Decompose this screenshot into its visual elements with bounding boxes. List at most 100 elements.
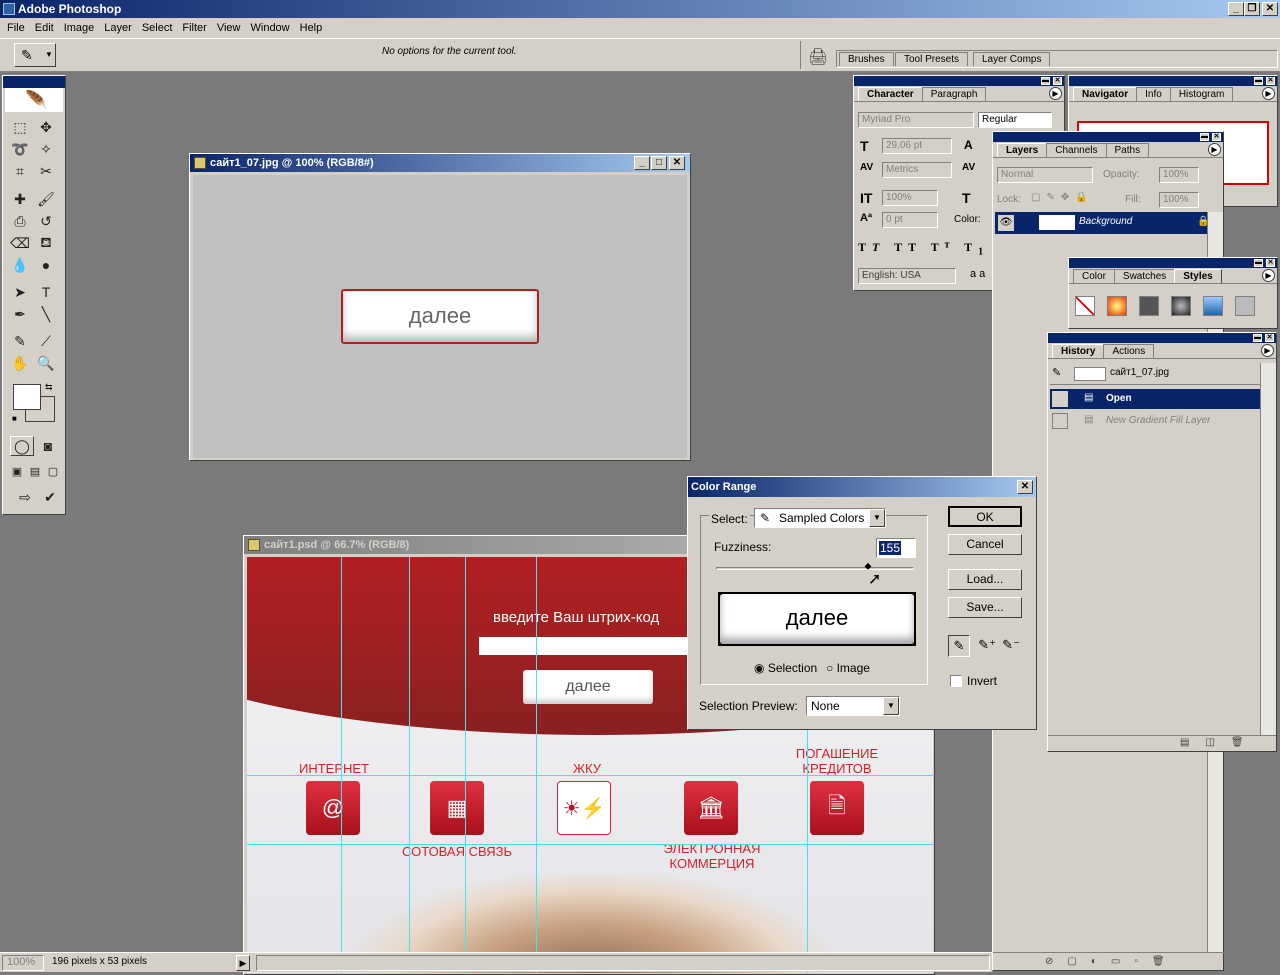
slice-tool-icon[interactable]: ✂ [35,160,57,182]
font-family-field[interactable]: Myriad Pro [858,112,974,128]
default-colors-icon[interactable]: ■ [12,414,17,423]
status-menu-arrow-icon[interactable]: ▶ [236,955,250,971]
healing-brush-tool-icon[interactable]: ✚ [9,188,31,210]
language-field[interactable]: English: USA [858,268,956,284]
tab-history[interactable]: History [1052,344,1105,358]
panel-minimize-button[interactable]: ▬ [1200,133,1209,141]
panel-minimize-button[interactable]: ▬ [1041,77,1050,85]
screen-mode-full-menu-icon[interactable]: ▤ [27,462,43,480]
document-titlebar[interactable]: сайт1_07.jpg @ 100% (RGB/8#) _ □ ✕ [190,154,690,172]
radio-image[interactable]: ○ Image [826,661,870,675]
save-button[interactable]: Save... [948,597,1022,618]
eyedropper-plus-icon[interactable]: ✎⁺ [976,635,998,657]
panel-close-button[interactable]: ✕ [1266,77,1275,85]
fill-field[interactable]: 100% [1159,192,1199,208]
eyedropper-icon[interactable]: ✎ [948,635,970,657]
panel-titlebar[interactable]: ▬ ✕ [1069,258,1277,268]
standard-mode-icon[interactable]: ◯ [10,436,34,456]
panel-close-button[interactable]: ✕ [1266,259,1275,267]
history-source-box[interactable] [1052,391,1068,407]
selection-preview-dropdown[interactable]: None ▼ [806,696,900,716]
document-canvas[interactable]: далее [193,175,687,458]
panel-titlebar[interactable]: ▬ ✕ [854,76,1064,86]
invert-checkbox[interactable] [950,675,962,687]
crop-tool-icon[interactable]: ⌗ [9,160,31,182]
tab-histogram[interactable]: Histogram [1169,87,1234,101]
select-dropdown[interactable]: ✎ Sampled Colors ▼ [754,508,886,528]
style-swatch[interactable] [1235,296,1255,316]
font-style-field[interactable]: Regular [978,112,1052,128]
panel-minimize-button[interactable]: ▬ [1254,77,1263,85]
lock-icons[interactable]: ▢✎✥🔒 [1031,192,1094,203]
quick-mask-mode-icon[interactable]: ◙ [36,436,60,456]
tab-navigator[interactable]: Navigator [1073,87,1138,101]
radio-selection[interactable]: ◉ Selection [754,661,817,675]
panel-menu-icon[interactable]: ▶ [1262,269,1275,282]
panel-titlebar[interactable]: ▬ ✕ [1048,333,1276,343]
faux-style-buttons[interactable]: TT TT Tᵀ T1 [858,240,989,257]
dialog-close-button[interactable]: ✕ [1017,480,1033,494]
minimize-button[interactable]: _ [1228,2,1244,16]
jump-to-imageready-icon[interactable]: ⇨ [11,486,39,508]
layer-row-background[interactable]: 👁 Background 🔒 [995,212,1209,234]
panel-menu-icon[interactable]: ▶ [1262,87,1275,100]
tab-styles[interactable]: Styles [1174,269,1222,283]
style-swatch[interactable] [1107,296,1127,316]
pen-tool-icon[interactable]: ✒ [9,303,31,325]
close-button[interactable]: ✕ [1262,2,1278,16]
history-scrollbar[interactable] [1260,363,1276,735]
swap-colors-icon[interactable]: ⇆ [45,382,53,393]
well-tab-layer-comps[interactable]: Layer Comps [973,52,1051,66]
menu-layer[interactable]: Layer [99,22,137,34]
notes-tool-icon[interactable]: ✎ [9,330,31,352]
chevron-down-icon[interactable]: ▼ [869,509,885,527]
tab-info[interactable]: Info [1136,87,1171,101]
document-window-jpg[interactable]: сайт1_07.jpg @ 100% (RGB/8#) _ □ ✕ далее [189,153,691,461]
fuzziness-input[interactable]: 155 [876,538,916,558]
tab-paths[interactable]: Paths [1105,143,1150,157]
panel-minimize-button[interactable]: ▬ [1254,259,1263,267]
path-selection-tool-icon[interactable]: ➤ [9,281,31,303]
menu-window[interactable]: Window [246,22,295,34]
tab-layers[interactable]: Layers [997,143,1048,157]
type-tool-icon[interactable]: T [35,281,57,303]
doc-minimize-button[interactable]: _ [634,156,650,170]
history-source-box[interactable] [1052,413,1068,429]
cancel-button[interactable]: Cancel [948,534,1022,555]
feather-logo-icon[interactable]: 🪶 [5,88,63,112]
brush-palette-icon[interactable]: ✔ [39,486,61,508]
tab-color[interactable]: Color [1073,269,1115,283]
maximize-button[interactable]: ❐ [1244,2,1260,16]
panel-minimize-button[interactable]: ▬ [1253,334,1262,342]
style-swatch[interactable] [1139,296,1159,316]
history-item-gradient-fill[interactable]: ▤ New Gradient Fill Layer [1050,411,1260,431]
move-tool-icon[interactable]: ✥ [35,116,57,138]
layers-footer-buttons[interactable]: ⊘▢◐▭▫🗑 [993,952,1225,972]
panel-close-button[interactable]: ✕ [1265,334,1274,342]
eyedropper-tool-icon[interactable]: ⟋ [35,330,57,352]
clone-stamp-tool-icon[interactable]: ⎙ [9,210,31,232]
doc-maximize-button[interactable]: □ [651,156,667,170]
well-tab-tool-presets[interactable]: Tool Presets [895,52,969,66]
lasso-tool-icon[interactable]: ➰ [9,138,31,160]
menu-file[interactable]: File [2,22,30,34]
load-button[interactable]: Load... [948,569,1022,590]
fuzziness-slider-track[interactable] [716,567,914,570]
history-brush-tool-icon[interactable]: ↺ [35,210,57,232]
dialog-titlebar[interactable]: Color Range ✕ [688,477,1036,497]
dodge-tool-icon[interactable]: ● [35,254,57,276]
paint-bucket-tool-icon[interactable]: ⛾ [35,232,57,254]
doc-close-button[interactable]: ✕ [669,156,685,170]
eyedropper-minus-icon[interactable]: ✎⁻ [1000,635,1022,657]
vertical-scale-field[interactable]: 100% [882,190,938,206]
history-brush-source-icon[interactable]: ✎ [1052,366,1061,379]
ok-button[interactable]: OK [948,506,1022,527]
brush-tool-icon[interactable]: 🖌 [35,188,57,210]
tab-swatches[interactable]: Swatches [1113,269,1176,283]
menu-image[interactable]: Image [59,22,100,34]
panel-menu-icon[interactable]: ▶ [1049,87,1062,100]
baseline-shift-field[interactable]: 0 pt [882,212,938,228]
history-snapshot-row[interactable]: ✎ сайт1_07.jpg [1050,363,1260,385]
panel-titlebar[interactable]: ▬ ✕ [1069,76,1277,86]
marquee-tool-icon[interactable]: ⬚ [9,116,31,138]
